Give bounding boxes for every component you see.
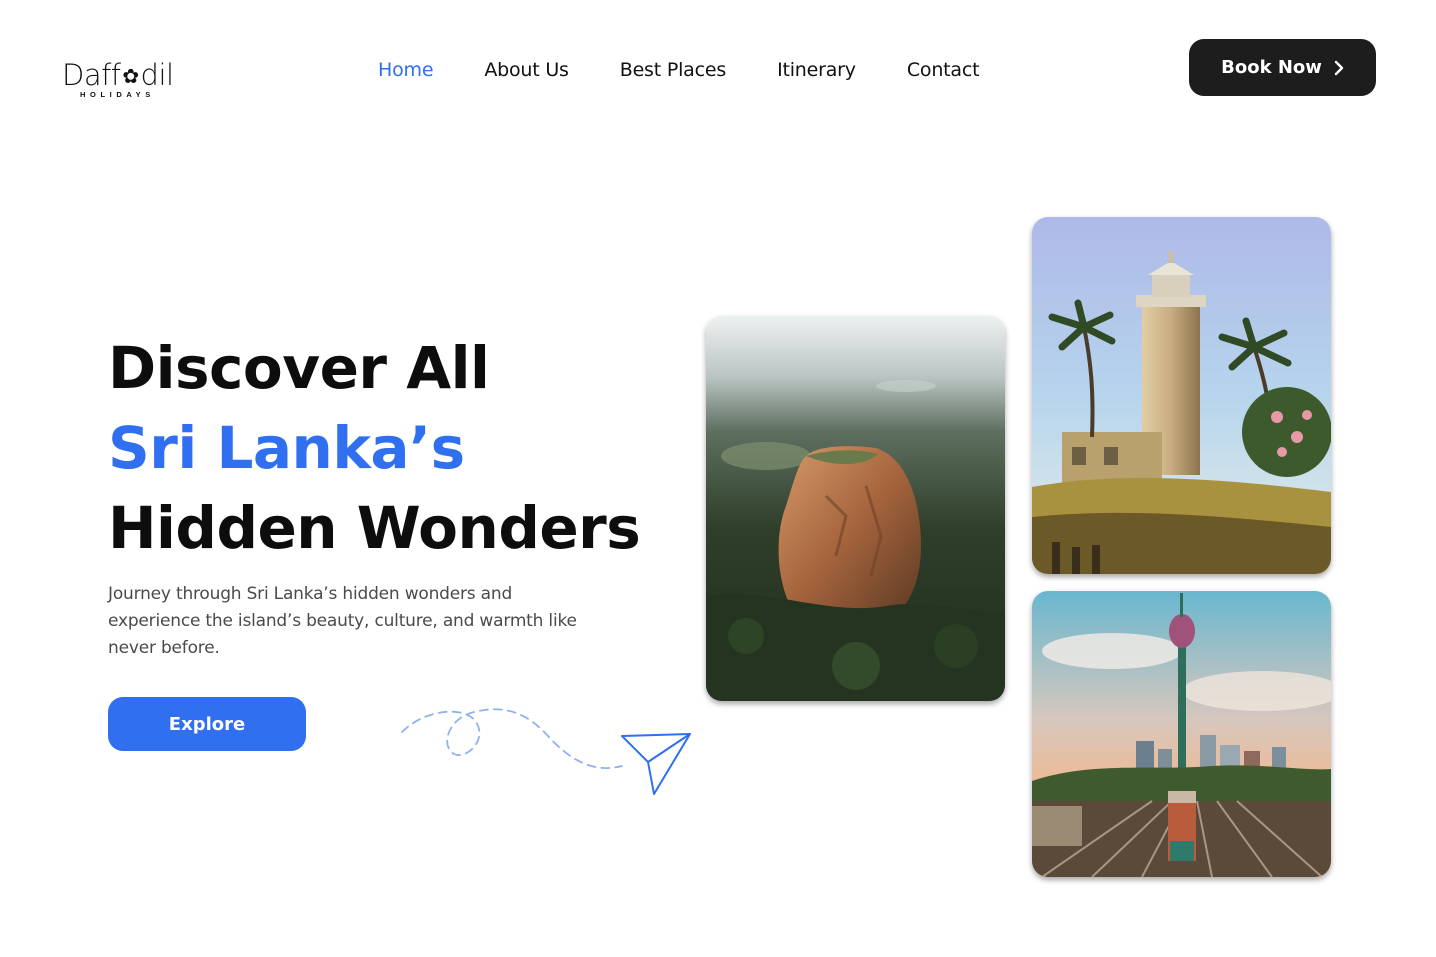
chevron-right-icon bbox=[1334, 60, 1344, 76]
paper-plane-icon bbox=[396, 700, 696, 805]
hero-heading-line-1: Discover All bbox=[108, 334, 490, 402]
nav-best-places[interactable]: Best Places bbox=[620, 58, 727, 82]
landing-page: Daff✿dil HOLIDAYS Home About Us Best Pla… bbox=[0, 0, 1436, 957]
flower-icon: ✿ bbox=[122, 64, 139, 88]
nav-itinerary[interactable]: Itinerary bbox=[777, 58, 856, 82]
hero-heading-line-2: Sri Lanka’s bbox=[108, 414, 465, 482]
book-now-label: Book Now bbox=[1221, 57, 1322, 78]
hero-heading: Discover All Sri Lanka’s Hidden Wonders bbox=[108, 328, 641, 568]
brand-name-end: dil bbox=[140, 58, 175, 92]
photo-lighthouse bbox=[1032, 217, 1331, 574]
main-nav: Home About Us Best Places Itinerary Cont… bbox=[378, 58, 980, 82]
hero-heading-line-3: Hidden Wonders bbox=[108, 494, 641, 562]
photo-rock-fortress bbox=[706, 316, 1005, 701]
nav-contact[interactable]: Contact bbox=[907, 58, 980, 82]
photo-city-tower bbox=[1032, 591, 1331, 877]
nav-about-us[interactable]: About Us bbox=[484, 58, 569, 82]
brand-wordmark: Daff✿dil bbox=[62, 58, 174, 92]
brand-name-start: Daff bbox=[62, 58, 121, 92]
brand-tagline: HOLIDAYS bbox=[80, 90, 155, 99]
hero-description: Journey through Sri Lanka’s hidden wonde… bbox=[108, 584, 577, 658]
nav-home[interactable]: Home bbox=[378, 58, 434, 82]
explore-button[interactable]: Explore bbox=[108, 697, 306, 751]
brand-logo[interactable]: Daff✿dil HOLIDAYS bbox=[62, 58, 192, 102]
book-now-button[interactable]: Book Now bbox=[1189, 39, 1376, 96]
